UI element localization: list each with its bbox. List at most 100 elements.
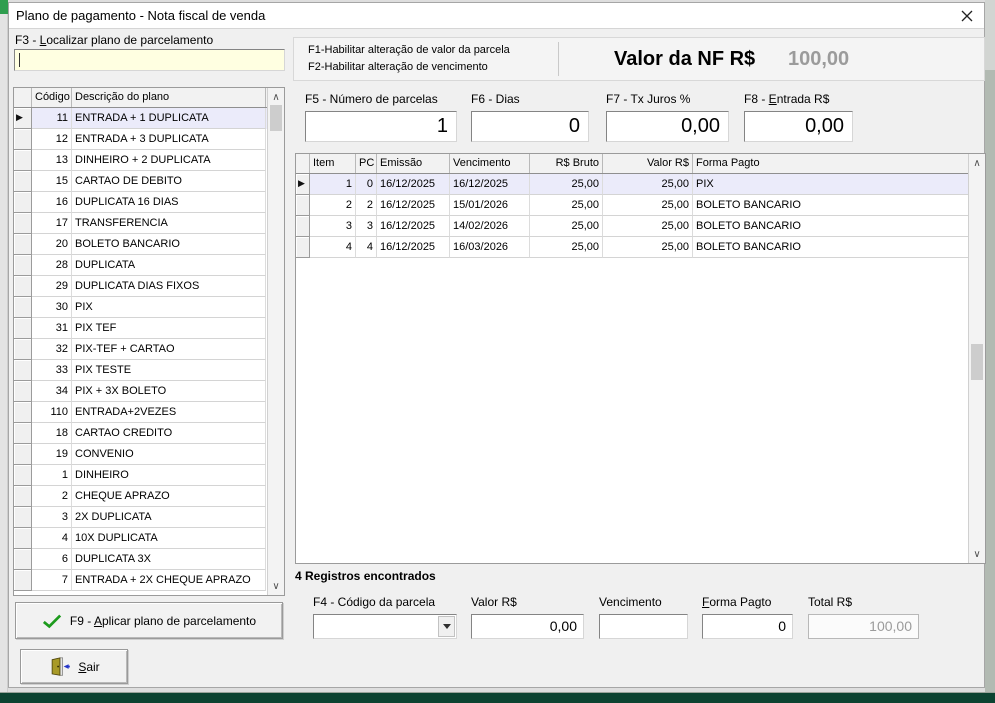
table-row[interactable]: 110ENTRADA+2VEZES <box>14 402 284 423</box>
code-column-header[interactable]: Código <box>32 88 72 107</box>
cell-bruto: 25,00 <box>530 174 603 195</box>
plan-grid-scrollbar[interactable]: ∧ ∨ <box>267 88 284 595</box>
f2-hint-label: F2-Habilitar alteração de vencimento <box>308 61 488 73</box>
vencimento-column-header[interactable]: Vencimento <box>450 154 530 173</box>
table-row[interactable]: 20BOLETO BANCARIO <box>14 234 284 255</box>
table-row[interactable]: 6DUPLICATA 3X <box>14 549 284 570</box>
table-row[interactable]: ▶1016/12/202516/12/202525,0025,00PIX <box>296 174 985 195</box>
cell-desc: DUPLICATA <box>72 255 266 276</box>
row-indicator <box>14 192 32 213</box>
table-row[interactable]: 32X DUPLICATA <box>14 507 284 528</box>
table-row[interactable]: ▶11ENTRADA + 1 DUPLICATA <box>14 108 284 129</box>
taskbar-strip <box>0 692 995 703</box>
row-indicator <box>14 381 32 402</box>
close-icon <box>961 10 973 22</box>
table-row[interactable]: 32PIX-TEF + CARTAO <box>14 339 284 360</box>
hint-panel: F1-Habilitar alteração de valor da parce… <box>293 37 985 81</box>
vencimento-input[interactable] <box>599 614 688 639</box>
parcelas-label: F5 - Número de parcelas <box>305 92 438 106</box>
scroll-up-icon[interactable]: ∧ <box>969 155 985 171</box>
table-row[interactable]: 2216/12/202515/01/202625,0025,00BOLETO B… <box>296 195 985 216</box>
cell-pc: 2 <box>356 195 377 216</box>
row-indicator <box>14 444 32 465</box>
table-row[interactable]: 19CONVENIO <box>14 444 284 465</box>
scrollbar-thumb[interactable] <box>971 344 983 380</box>
table-row[interactable]: 13DINHEIRO + 2 DUPLICATA <box>14 150 284 171</box>
codigo-parcela-combobox[interactable] <box>313 614 457 639</box>
search-input[interactable] <box>14 49 285 71</box>
scroll-up-icon[interactable]: ∧ <box>268 89 284 105</box>
table-row[interactable]: 7ENTRADA + 2X CHEQUE APRAZO <box>14 570 284 591</box>
scroll-down-icon[interactable]: ∨ <box>969 546 985 562</box>
cell-desc: DUPLICATA 3X <box>72 549 266 570</box>
plan-grid-body: ▶11ENTRADA + 1 DUPLICATA12ENTRADA + 3 DU… <box>14 108 284 591</box>
dias-label: F6 - Dias <box>471 92 520 106</box>
valor-input[interactable]: 0,00 <box>471 614 584 639</box>
dias-input[interactable]: 0 <box>471 111 589 142</box>
codigo-parcela-label: F4 - Código da parcela <box>313 595 435 609</box>
cell-desc: CARTAO CREDITO <box>72 423 266 444</box>
bruto-column-header[interactable]: R$ Bruto <box>530 154 603 173</box>
parcelas-input[interactable]: 1 <box>305 111 457 142</box>
table-row[interactable]: 12ENTRADA + 3 DUPLICATA <box>14 129 284 150</box>
row-indicator <box>14 339 32 360</box>
row-indicator <box>14 507 32 528</box>
background-window-strip-right-top <box>985 0 995 70</box>
description-column-header[interactable]: Descrição do plano <box>72 88 266 107</box>
scroll-down-icon[interactable]: ∨ <box>268 578 284 594</box>
table-row[interactable]: 30PIX <box>14 297 284 318</box>
cell-desc: DUPLICATA 16 DIAS <box>72 192 266 213</box>
entrada-value: 0,00 <box>745 112 852 138</box>
cell-forma: PIX <box>693 174 985 195</box>
cell-desc: PIX-TEF + CARTAO <box>72 339 266 360</box>
cell-vencimento: 16/12/2025 <box>450 174 530 195</box>
table-row[interactable]: 4416/12/202516/03/202625,0025,00BOLETO B… <box>296 237 985 258</box>
combobox-dropdown-button[interactable] <box>438 616 455 637</box>
cell-desc: DINHEIRO <box>72 465 266 486</box>
table-row[interactable]: 28DUPLICATA <box>14 255 284 276</box>
cell-desc: ENTRADA + 2X CHEQUE APRAZO <box>72 570 266 591</box>
table-row[interactable]: 1DINHEIRO <box>14 465 284 486</box>
scrollbar-thumb[interactable] <box>270 105 282 131</box>
entrada-input[interactable]: 0,00 <box>744 111 853 142</box>
forma-pagto-input[interactable]: 0 <box>702 614 793 639</box>
cell-desc: 2X DUPLICATA <box>72 507 266 528</box>
cell-code: 28 <box>32 255 72 276</box>
forma-column-header[interactable]: Forma Pagto <box>693 154 985 173</box>
table-row[interactable]: 33PIX TESTE <box>14 360 284 381</box>
row-indicator <box>296 216 310 237</box>
cell-code: 18 <box>32 423 72 444</box>
cell-code: 110 <box>32 402 72 423</box>
pc-column-header[interactable]: PC <box>356 154 377 173</box>
table-row[interactable]: 29DUPLICATA DIAS FIXOS <box>14 276 284 297</box>
table-row[interactable]: 15CARTAO DE DEBITO <box>14 171 284 192</box>
table-row[interactable]: 2CHEQUE APRAZO <box>14 486 284 507</box>
table-row[interactable]: 17TRANSFERENCIA <box>14 213 284 234</box>
table-row[interactable]: 18CARTAO CREDITO <box>14 423 284 444</box>
apply-plan-button[interactable]: F9 - Aplicar plano de parcelamento <box>15 602 283 639</box>
emissao-column-header[interactable]: Emissão <box>377 154 450 173</box>
total-value: 100,00 <box>809 615 918 634</box>
row-selected-indicator: ▶ <box>14 108 32 129</box>
cell-code: 15 <box>32 171 72 192</box>
close-button[interactable] <box>950 3 984 29</box>
table-row[interactable]: 31PIX TEF <box>14 318 284 339</box>
item-column-header[interactable]: Item <box>310 154 356 173</box>
valor-column-header[interactable]: Valor R$ <box>603 154 693 173</box>
cell-desc: TRANSFERENCIA <box>72 213 266 234</box>
cell-code: 6 <box>32 549 72 570</box>
cell-code: 2 <box>32 486 72 507</box>
exit-button[interactable]: Sair <box>20 649 128 684</box>
table-row[interactable]: 34PIX + 3X BOLETO <box>14 381 284 402</box>
cell-code: 20 <box>32 234 72 255</box>
cell-code: 17 <box>32 213 72 234</box>
row-indicator <box>14 318 32 339</box>
table-row[interactable]: 16DUPLICATA 16 DIAS <box>14 192 284 213</box>
table-row[interactable]: 3316/12/202514/02/202625,0025,00BOLETO B… <box>296 216 985 237</box>
table-row[interactable]: 410X DUPLICATA <box>14 528 284 549</box>
dias-value: 0 <box>472 112 588 138</box>
installments-grid-scrollbar[interactable]: ∧ ∨ <box>968 154 985 563</box>
cell-desc: 10X DUPLICATA <box>72 528 266 549</box>
juros-input[interactable]: 0,00 <box>606 111 729 142</box>
cell-desc: PIX TESTE <box>72 360 266 381</box>
